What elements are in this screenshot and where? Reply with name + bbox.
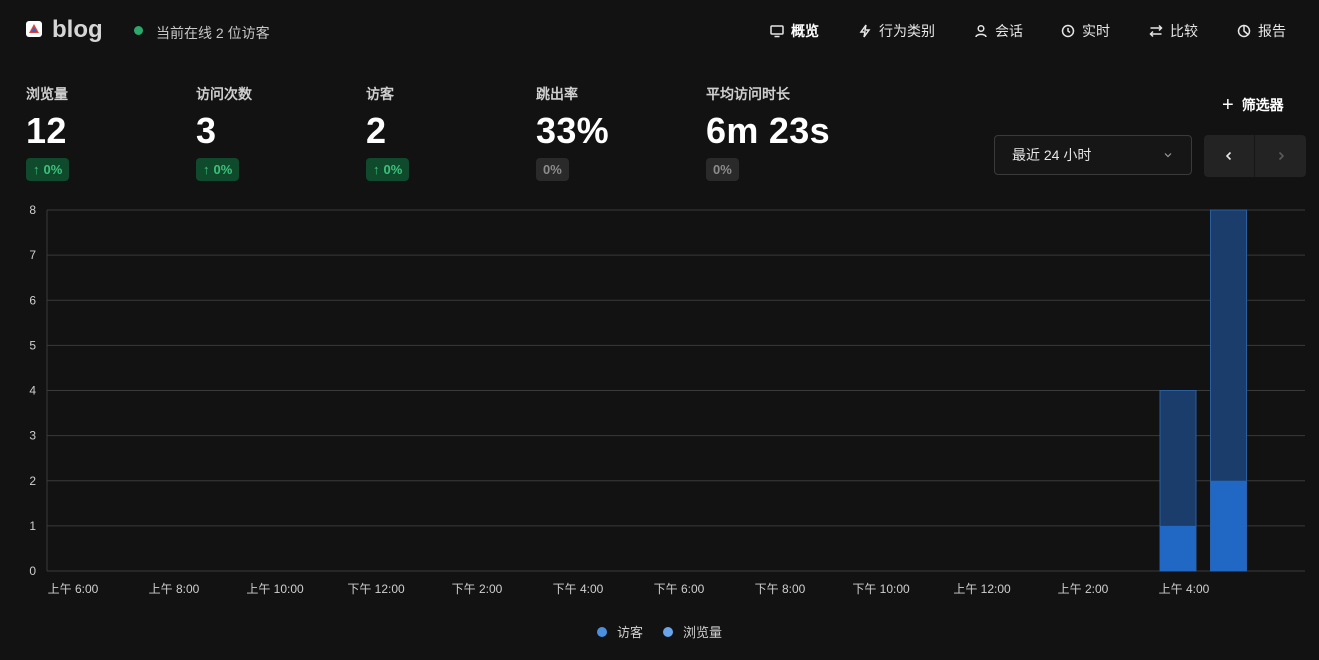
y-tick-label: 6 — [29, 293, 36, 307]
x-tick-label: 上午 4:00 — [1159, 582, 1210, 596]
change-value: 0% — [543, 162, 562, 177]
chart-legend: 访客 浏览量 — [0, 622, 1319, 641]
lightning-icon — [859, 24, 871, 38]
nav-sessions[interactable]: 会话 — [974, 21, 1023, 41]
metric-label: 平均访问时长 — [706, 86, 790, 102]
x-tick-label: 上午 6:00 — [48, 582, 99, 596]
arrow-up-icon: ↑ — [373, 162, 380, 177]
metric-value: 3 — [196, 110, 217, 151]
nav-overview-label: 概览 — [791, 23, 819, 39]
x-tick-label: 上午 10:00 — [246, 582, 304, 596]
y-tick-label: 4 — [29, 384, 36, 398]
metric-value: 33% — [536, 110, 609, 151]
date-range-select[interactable]: 最近 24 小时 — [994, 135, 1192, 175]
x-tick-label: 下午 10:00 — [852, 582, 910, 596]
nav-compare[interactable]: 比较 — [1149, 21, 1198, 41]
chevron-down-icon — [1164, 153, 1172, 158]
metric-label: 浏览量 — [26, 86, 68, 102]
metric-value: 12 — [26, 110, 67, 151]
legend-dot — [663, 626, 673, 637]
x-tick-label: 下午 6:00 — [654, 582, 705, 596]
change-value: 0% — [213, 162, 233, 177]
nav-reports-label: 报告 — [1258, 23, 1286, 39]
x-tick-label: 上午 8:00 — [149, 582, 200, 596]
change-badge: ↑ 0% — [26, 158, 70, 181]
x-tick-label: 上午 12:00 — [953, 582, 1011, 596]
nav-realtime-label: 实时 — [1082, 23, 1110, 39]
visitors-bar — [1210, 480, 1247, 571]
y-tick-label: 1 — [29, 519, 36, 533]
y-tick-label: 7 — [29, 248, 36, 262]
legend-label: 浏览量 — [683, 625, 723, 640]
logo-icon — [29, 24, 39, 33]
x-tick-label: 下午 4:00 — [553, 582, 604, 596]
change-value: 0% — [383, 162, 403, 177]
nav-compare-label: 比较 — [1170, 23, 1198, 39]
metric-pageviews[interactable]: 浏览量 12 ↑ 0% — [26, 84, 70, 181]
x-tick-label: 下午 12:00 — [347, 582, 405, 596]
compare-arrows-icon — [1149, 24, 1163, 38]
x-tick-label: 下午 8:00 — [755, 582, 806, 596]
y-tick-label: 0 — [29, 564, 36, 578]
plus-icon: + — [1222, 94, 1234, 116]
site-logo — [26, 21, 42, 37]
legend-item-visitors[interactable]: 访客 — [596, 622, 643, 641]
change-badge: 0% — [536, 158, 569, 181]
chevron-right-icon — [1278, 151, 1284, 161]
y-tick-label: 5 — [29, 338, 36, 352]
previous-period-button[interactable] — [1204, 135, 1254, 177]
legend-dot — [596, 626, 607, 637]
metric-bounce-rate[interactable]: 跳出率 33% 0% — [536, 84, 609, 181]
traffic-bar-chart: 0 1 2 3 4 5 6 7 8 上午 6:00 上午 8:00 上午 10:00 下午 12:00 下… — [29, 203, 1305, 596]
legend-item-pageviews[interactable]: 浏览量 — [663, 622, 722, 641]
chevron-left-icon — [1225, 151, 1232, 161]
metric-label: 访问次数 — [196, 86, 252, 102]
clock-icon — [1061, 24, 1075, 38]
filter-button[interactable]: + 筛选器 — [1222, 95, 1284, 115]
online-status-icon — [134, 26, 143, 35]
nav-events[interactable]: 行为类别 — [858, 21, 935, 41]
filter-label: 筛选器 — [1241, 97, 1284, 113]
change-badge: ↑ 0% — [366, 158, 410, 181]
site-name[interactable]: blog — [52, 16, 103, 44]
y-tick-label: 3 — [29, 429, 36, 443]
y-tick-label: 8 — [29, 203, 36, 217]
nav-overview[interactable]: 概览 — [770, 21, 819, 41]
nav-reports[interactable]: 报告 — [1237, 21, 1286, 41]
metric-value: 6m 23s — [706, 110, 830, 151]
online-visitors-text[interactable]: 当前在线 2 位访客 — [156, 23, 270, 43]
visitors-bar — [1160, 525, 1196, 571]
arrow-up-icon: ↑ — [203, 162, 210, 177]
x-tick-label: 下午 2:00 — [452, 582, 503, 596]
y-tick-label: 2 — [29, 474, 36, 488]
change-value: 0% — [43, 162, 63, 177]
nav-events-label: 行为类别 — [879, 23, 935, 39]
monitor-icon — [770, 25, 784, 38]
change-badge: 0% — [706, 158, 739, 181]
metric-value: 2 — [366, 110, 387, 151]
metric-visits[interactable]: 访问次数 3 ↑ 0% — [196, 84, 252, 181]
pie-chart-icon — [1237, 24, 1251, 38]
legend-label: 访客 — [616, 625, 643, 640]
arrow-up-icon: ↑ — [33, 162, 40, 177]
nav-realtime[interactable]: 实时 — [1061, 21, 1110, 41]
user-icon — [975, 24, 987, 38]
date-pager — [1204, 135, 1306, 177]
x-tick-label: 上午 2:00 — [1058, 582, 1109, 596]
next-period-button[interactable] — [1254, 135, 1306, 177]
change-value: 0% — [713, 162, 732, 177]
metric-visitors[interactable]: 访客 2 ↑ 0% — [366, 84, 410, 181]
metric-avg-duration[interactable]: 平均访问时长 6m 23s 0% — [706, 84, 830, 181]
metric-label: 跳出率 — [536, 86, 578, 102]
change-badge: ↑ 0% — [196, 158, 240, 181]
nav-sessions-label: 会话 — [995, 23, 1023, 39]
date-range-value: 最近 24 小时 — [1012, 147, 1092, 163]
metric-label: 访客 — [366, 86, 394, 102]
